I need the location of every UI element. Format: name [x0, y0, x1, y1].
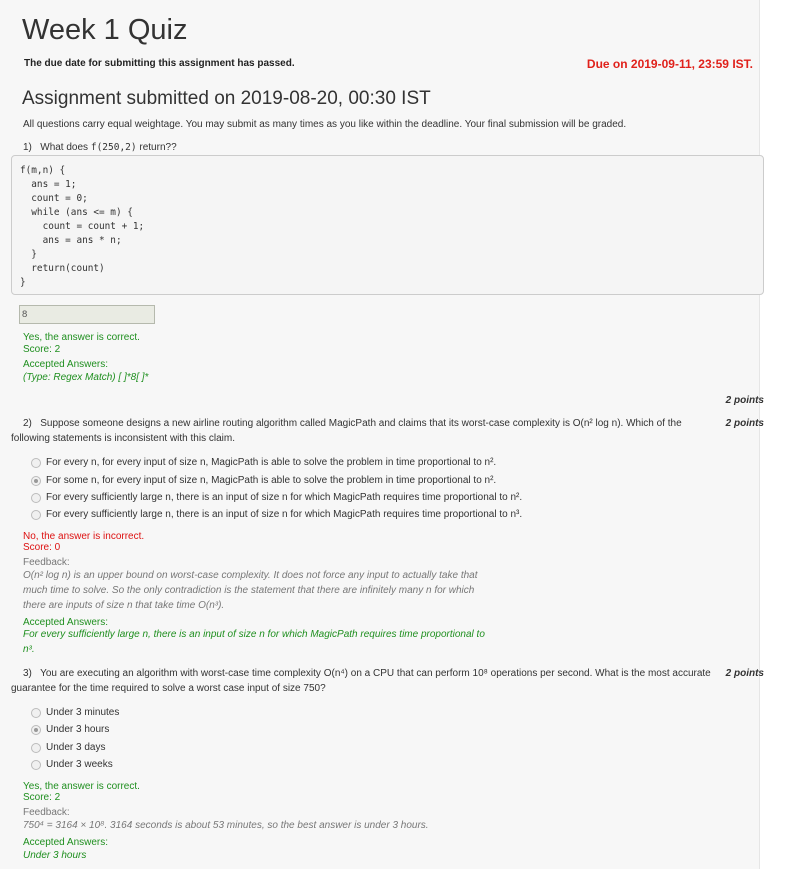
question-3-accepted-label: Accepted Answers: [23, 837, 109, 848]
question-3-line-2: guarantee for the time required to solve… [11, 683, 326, 694]
question-3-feedback: 750⁴ = 3164 × 10⁸. 3164 seconds is about… [23, 820, 429, 831]
question-1-accepted-label: Accepted Answers: [23, 359, 109, 370]
question-2-feedback-line-1: O(n² log n) is an upper bound on worst-c… [23, 570, 478, 581]
question-1-code: f(m,n) { ans = 1; count = 0; while (ans … [20, 165, 145, 288]
due-date: Due on 2019-09-11, 23:59 IST. [586, 57, 753, 71]
radio-icon[interactable] [31, 707, 41, 718]
question-2-accepted-label: Accepted Answers: [23, 617, 109, 628]
option-label: Under 3 days [46, 742, 106, 753]
question-2-option-1[interactable]: For every n, for every input of size n, … [31, 457, 496, 468]
due-passed-notice: The due date for submitting this assignm… [24, 58, 295, 69]
radio-icon[interactable] [31, 509, 41, 520]
question-3-accepted-answer: Under 3 hours [23, 850, 87, 861]
question-1-text-pre: What does [40, 142, 89, 153]
question-2-number: 2) [23, 418, 32, 429]
question-2-accepted-line-2: n³. [23, 644, 35, 655]
question-3-number: 3) [23, 668, 32, 679]
question-3-score: Score: 2 [23, 792, 61, 803]
question-1-score: Score: 2 [23, 344, 61, 355]
radio-icon[interactable] [31, 759, 41, 770]
question-1-answer-input[interactable] [19, 305, 155, 324]
page-title: Week 1 Quiz [22, 14, 188, 46]
question-2-option-2[interactable]: For some n, for every input of size n, M… [31, 475, 496, 486]
question-1-result: Yes, the answer is correct. [23, 332, 140, 343]
question-2-points: 2 points [725, 418, 764, 429]
question-1-text-post: return?? [139, 142, 177, 153]
question-2-score: Score: 0 [23, 542, 61, 553]
radio-icon[interactable] [31, 457, 41, 468]
option-label: Under 3 weeks [46, 759, 113, 770]
question-2-line-2: following statements is inconsistent wit… [11, 433, 235, 444]
question-2-accepted-line-1: For every sufficiently large n, there is… [23, 629, 485, 640]
question-3-option-1[interactable]: Under 3 minutes [31, 707, 119, 718]
option-label: For every sufficiently large n, there is… [46, 509, 523, 520]
question-2-line-1: 2) Suppose someone designs a new airline… [23, 416, 713, 431]
question-2-text: Suppose someone designs a new airline ro… [40, 418, 682, 429]
instructions: All questions carry equal weightage. You… [23, 119, 627, 130]
question-1-code-inline: f(250,2) [90, 142, 137, 153]
question-1-code-block: f(m,n) { ans = 1; count = 0; while (ans … [11, 155, 764, 295]
question-3-points: 2 points [725, 668, 764, 679]
option-label: Under 3 minutes [46, 707, 120, 718]
question-3-option-3[interactable]: Under 3 days [31, 742, 105, 753]
option-label: Under 3 hours [46, 724, 110, 735]
option-label: For every n, for every input of size n, … [46, 457, 497, 468]
submission-status: Assignment submitted on 2019-08-20, 00:3… [22, 88, 431, 109]
radio-selected-icon[interactable] [31, 475, 41, 486]
radio-icon[interactable] [31, 492, 41, 503]
question-1-accepted-answer: (Type: Regex Match) [ ]*8[ ]* [23, 372, 149, 383]
radio-selected-icon[interactable] [31, 724, 41, 735]
question-3-option-4[interactable]: Under 3 weeks [31, 759, 113, 770]
question-3-line-1: 3) You are executing an algorithm with w… [23, 666, 723, 681]
option-label: For some n, for every input of size n, M… [46, 475, 497, 486]
question-3-option-2[interactable]: Under 3 hours [31, 724, 109, 735]
option-label: For every sufficiently large n, there is… [46, 492, 523, 503]
question-1-points: 2 points [725, 395, 764, 406]
question-1-prompt: 1) What does f(250,2) return?? [23, 142, 177, 153]
quiz-page: Week 1 Quiz The due date for submitting … [0, 0, 764, 869]
radio-icon[interactable] [31, 742, 41, 753]
question-2-feedback-line-2: much time to solve. So the only contradi… [23, 585, 475, 596]
question-3-text: You are executing an algorithm with wors… [40, 668, 711, 679]
question-2-feedback-line-3: there are inputs of size n that take tim… [23, 600, 225, 611]
question-1-number: 1) [23, 142, 32, 153]
question-2-option-3[interactable]: For every sufficiently large n, there is… [31, 492, 522, 503]
question-2-option-4[interactable]: For every sufficiently large n, there is… [31, 509, 522, 520]
